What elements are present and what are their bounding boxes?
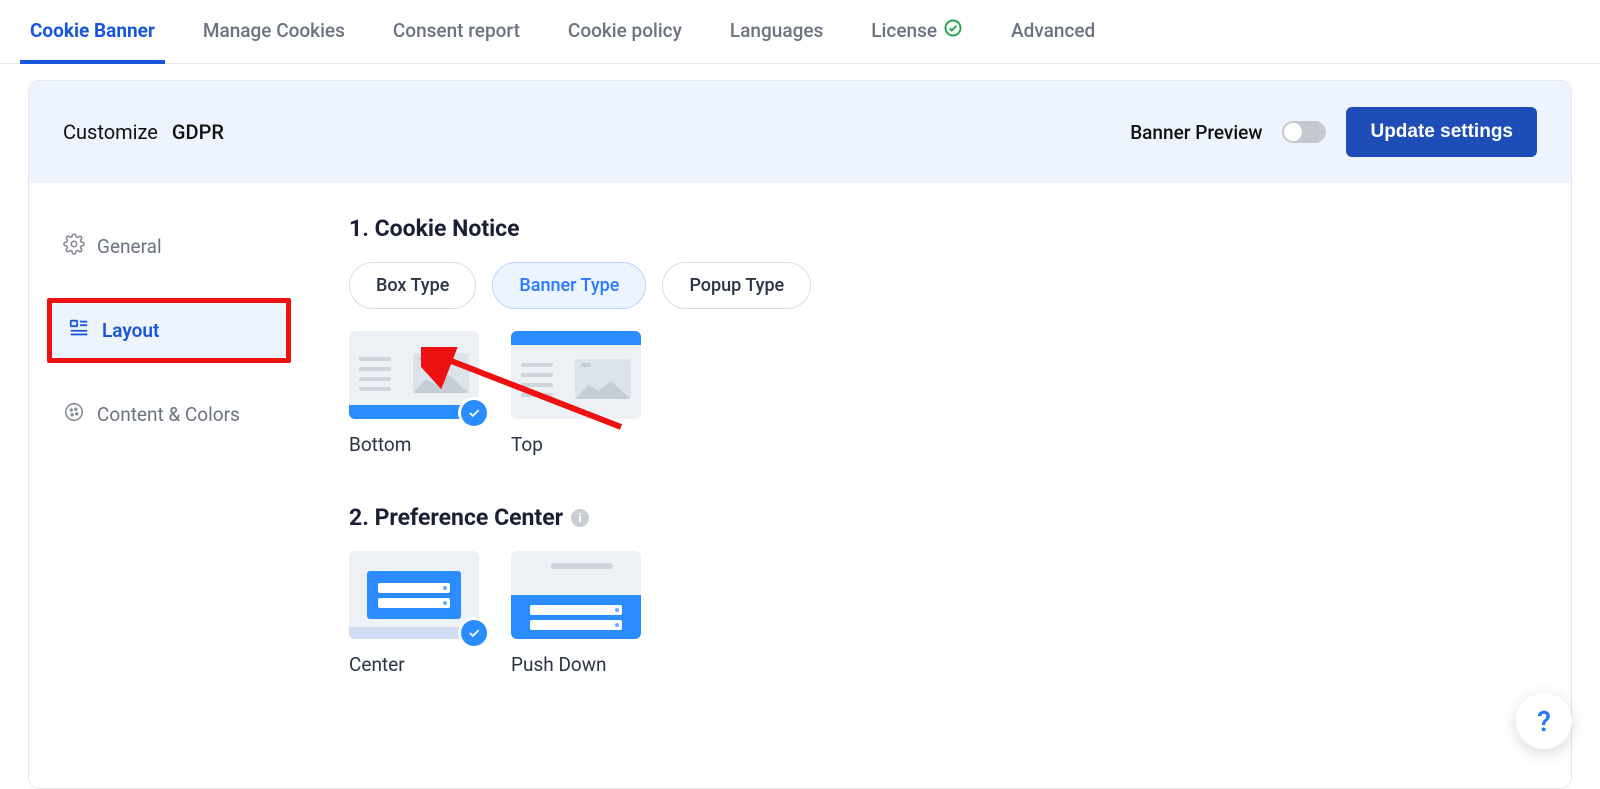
tab-license-label: License bbox=[871, 19, 937, 42]
check-icon bbox=[461, 400, 487, 426]
annotation-highlight: Layout bbox=[47, 298, 291, 363]
type-tab-box[interactable]: Box Type bbox=[349, 262, 476, 309]
check-circle-icon bbox=[943, 18, 963, 43]
section-title-text: 2. Preference Center bbox=[349, 504, 563, 531]
regulation-label: GDPR bbox=[172, 120, 224, 144]
notice-position-options: Bottom Top bbox=[349, 331, 1531, 456]
banner-preview-label: Banner Preview bbox=[1130, 121, 1262, 144]
option-bottom[interactable]: Bottom bbox=[349, 331, 479, 456]
tab-advanced[interactable]: Advanced bbox=[1009, 0, 1097, 63]
check-icon bbox=[461, 620, 487, 646]
banner-preview-toggle[interactable] bbox=[1282, 121, 1326, 143]
type-tab-popup[interactable]: Popup Type bbox=[662, 262, 811, 309]
tab-cookie-policy[interactable]: Cookie policy bbox=[566, 0, 684, 63]
section-preference-center-title: 2. Preference Center i bbox=[349, 504, 1531, 531]
option-label: Bottom bbox=[349, 433, 479, 456]
sidebar-item-label: Content & Colors bbox=[97, 403, 240, 426]
section-cookie-notice-title: 1. Cookie Notice bbox=[349, 215, 1531, 242]
option-top[interactable]: Top bbox=[511, 331, 641, 456]
option-label: Push Down bbox=[511, 653, 641, 676]
thumb-push-down bbox=[511, 551, 641, 639]
notice-type-tabs: Box Type Banner Type Popup Type bbox=[349, 262, 1531, 309]
sidebar-item-label: General bbox=[97, 235, 162, 258]
thumb-bottom bbox=[349, 331, 479, 419]
option-label: Center bbox=[349, 653, 479, 676]
option-push-down[interactable]: Push Down bbox=[511, 551, 641, 676]
settings-panel: Customize GDPR Banner Preview Update set… bbox=[28, 80, 1572, 789]
update-settings-button[interactable]: Update settings bbox=[1346, 107, 1537, 157]
option-center[interactable]: Center bbox=[349, 551, 479, 676]
type-tab-banner[interactable]: Banner Type bbox=[492, 262, 646, 309]
panel-header: Customize GDPR Banner Preview Update set… bbox=[29, 81, 1571, 183]
sidebar-item-content-colors[interactable]: Content & Colors bbox=[47, 387, 291, 442]
top-tabs: Cookie Banner Manage Cookies Consent rep… bbox=[0, 0, 1600, 64]
sidebar: General Layout Content & Colors bbox=[29, 215, 309, 724]
thumb-center bbox=[349, 551, 479, 639]
tab-consent-report[interactable]: Consent report bbox=[391, 0, 522, 63]
option-label: Top bbox=[511, 433, 641, 456]
sidebar-item-general[interactable]: General bbox=[47, 219, 291, 274]
tab-cookie-banner[interactable]: Cookie Banner bbox=[28, 0, 157, 63]
info-icon[interactable]: i bbox=[571, 509, 589, 527]
gear-icon bbox=[63, 233, 85, 260]
layout-icon bbox=[68, 317, 90, 344]
tab-manage-cookies[interactable]: Manage Cookies bbox=[201, 0, 347, 63]
cookie-icon bbox=[63, 401, 85, 428]
sidebar-item-layout[interactable]: Layout bbox=[52, 303, 286, 358]
content-area: 1. Cookie Notice Box Type Banner Type Po… bbox=[309, 215, 1571, 724]
tab-license[interactable]: License bbox=[869, 0, 965, 63]
thumb-top bbox=[511, 331, 641, 419]
sidebar-item-label: Layout bbox=[102, 319, 159, 342]
help-button[interactable]: ? bbox=[1516, 693, 1572, 749]
tab-languages[interactable]: Languages bbox=[728, 0, 825, 63]
customize-label: Customize bbox=[63, 120, 158, 144]
preference-center-options: Center Push Down bbox=[349, 551, 1531, 676]
